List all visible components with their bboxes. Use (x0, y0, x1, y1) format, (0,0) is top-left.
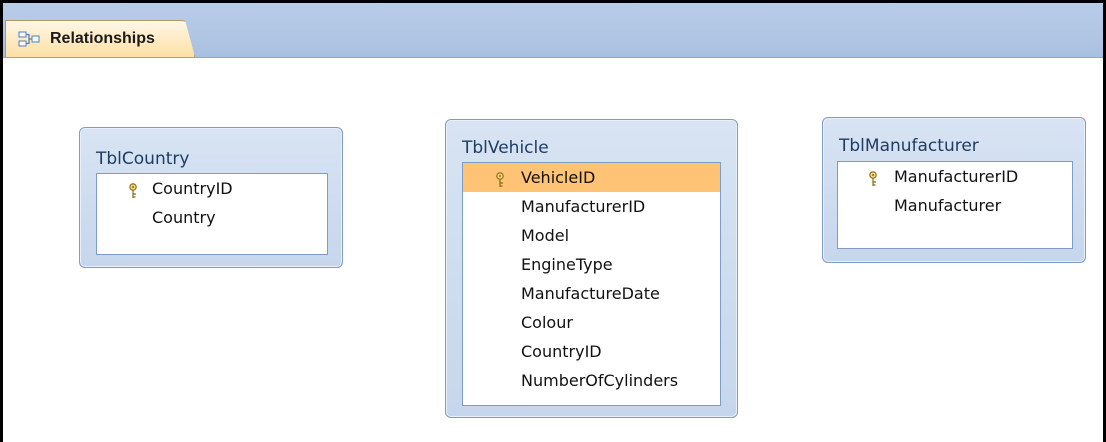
table-tblvehicle[interactable]: TblVehicle VehicleID ManufacturerID Mode… (445, 119, 738, 418)
field-countryid[interactable]: CountryID (463, 337, 720, 366)
field-name: Manufacturer (894, 196, 1002, 215)
field-name: ManufactureDate (521, 284, 660, 303)
field-list: VehicleID ManufacturerID Model EngineTyp… (462, 162, 721, 406)
field-name: Colour (521, 313, 573, 332)
field-enginetype[interactable]: EngineType (463, 250, 720, 279)
field-manufacturerid[interactable]: ManufacturerID (838, 162, 1072, 191)
field-manufacturedate[interactable]: ManufactureDate (463, 279, 720, 308)
table-title: TblManufacturer (839, 136, 979, 156)
field-numberofcylinders[interactable]: NumberOfCylinders (463, 366, 720, 395)
relationships-window: Relationships TblCountry CountryID Count… (0, 0, 1106, 442)
field-name: Model (521, 226, 570, 245)
primary-key-icon (868, 168, 878, 186)
field-manufacturerid[interactable]: ManufacturerID (463, 192, 720, 221)
field-name: ManufacturerID (521, 197, 646, 216)
document-tab-strip: Relationships (3, 3, 1103, 58)
field-manufacturer[interactable]: Manufacturer (838, 191, 1072, 220)
field-list: ManufacturerID Manufacturer (837, 161, 1073, 249)
primary-key-icon (128, 180, 138, 198)
field-name: Country (152, 208, 216, 227)
tab-relationships[interactable]: Relationships (5, 20, 195, 57)
field-country[interactable]: Country (97, 203, 327, 232)
table-tblmanufacturer[interactable]: TblManufacturer ManufacturerID Manufactu… (822, 117, 1086, 263)
field-countryid[interactable]: CountryID (97, 174, 327, 203)
primary-key-icon (495, 169, 505, 187)
table-title: TblCountry (96, 149, 190, 169)
field-list: CountryID Country (96, 173, 328, 255)
field-name: CountryID (152, 179, 233, 198)
field-colour[interactable]: Colour (463, 308, 720, 337)
field-name: CountryID (521, 342, 602, 361)
field-name: ManufacturerID (894, 167, 1019, 186)
relationships-icon (18, 30, 40, 48)
table-tblcountry[interactable]: TblCountry CountryID Country (79, 127, 343, 268)
field-name: EngineType (521, 255, 613, 274)
field-model[interactable]: Model (463, 221, 720, 250)
field-name: NumberOfCylinders (521, 371, 679, 390)
field-vehicleid[interactable]: VehicleID (463, 163, 720, 192)
table-title: TblVehicle (462, 138, 549, 158)
tab-label: Relationships (50, 30, 155, 47)
field-name: VehicleID (521, 168, 596, 187)
